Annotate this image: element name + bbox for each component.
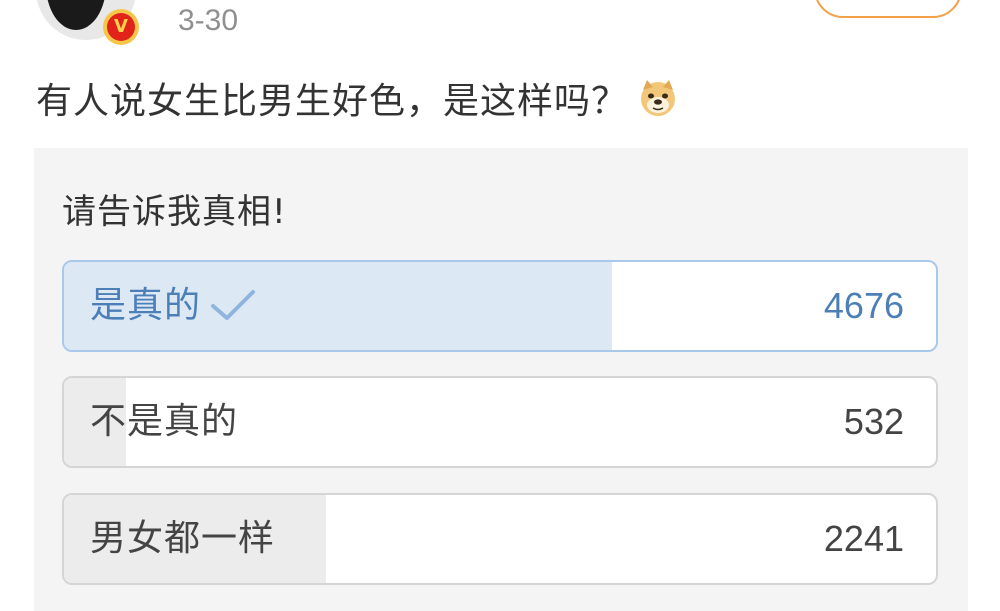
poll-option-count: 2241 <box>823 518 904 559</box>
poll-option[interactable]: 不是真的 532 <box>62 376 938 468</box>
poll-option-label: 不是真的 <box>90 401 239 442</box>
verified-badge-letter: V <box>107 13 135 41</box>
poll-option-label-wrap: 是真的 <box>90 262 257 350</box>
post-text: 有人说女生比男生好色，是这样吗？ <box>36 81 629 122</box>
weibo-post: V 3-30 有人说女生比男生好色，是这样吗？ 请告诉我真相! 是真的 4676… <box>0 0 1000 611</box>
poll-title: 请告诉我真相! <box>62 192 287 232</box>
verified-badge-icon: V <box>103 9 139 45</box>
check-icon <box>211 290 256 320</box>
poll-option-label: 是真的 <box>90 285 202 326</box>
post-date: 3-30 <box>178 4 239 37</box>
post-content: 有人说女生比男生好色，是这样吗？ <box>36 72 678 124</box>
poll-option-label-wrap: 男女都一样 <box>90 495 275 583</box>
avatar-image <box>46 0 106 30</box>
poll-option-label: 男女都一样 <box>90 518 276 559</box>
poll-card: 请告诉我真相! 是真的 4676 不是真的 532 男女都一样 2241 <box>34 148 968 611</box>
poll-option[interactable]: 是真的 4676 <box>62 260 938 352</box>
follow-button[interactable] <box>814 0 962 18</box>
poll-option-label-wrap: 不是真的 <box>90 378 238 466</box>
poll-option[interactable]: 男女都一样 2241 <box>62 493 938 585</box>
poll-option-count: 532 <box>843 401 904 442</box>
poll-option-count: 4676 <box>823 285 904 326</box>
doge-icon <box>641 80 676 116</box>
